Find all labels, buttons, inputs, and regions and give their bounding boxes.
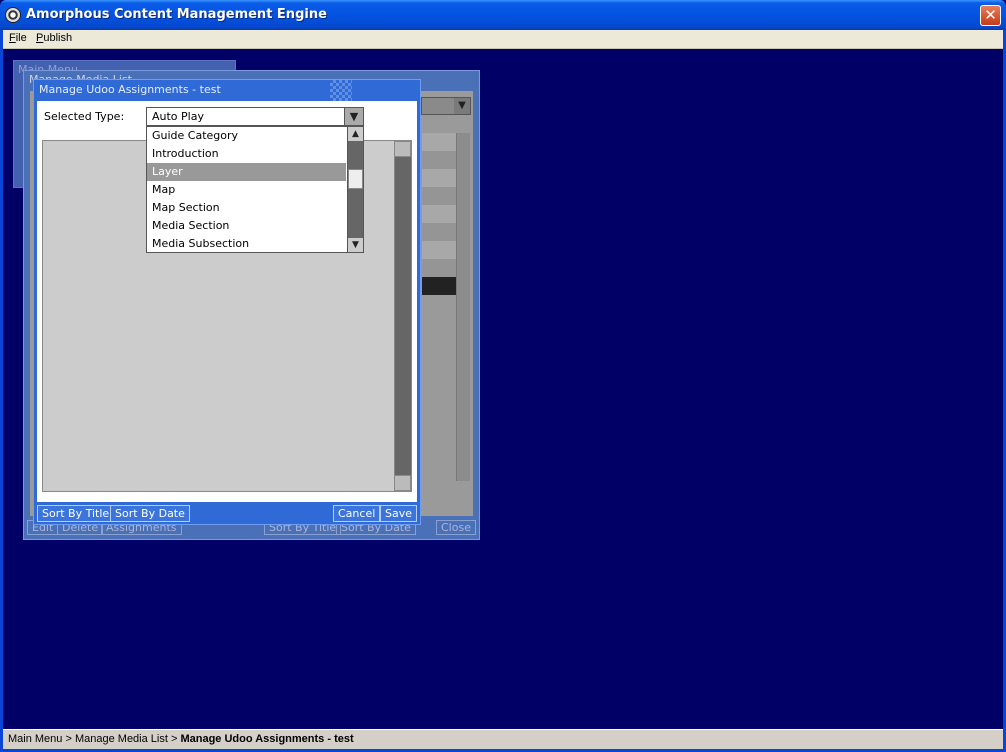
- menu-file[interactable]: File: [9, 32, 27, 44]
- assignment-scroll-up-button[interactable]: [394, 141, 411, 157]
- dropdown-option-highlighted[interactable]: Layer: [147, 163, 346, 181]
- breadcrumb-current: Manage Udoo Assignments - test: [180, 733, 354, 745]
- dialog-body: Selected Type: Auto Play ▼ Guide Categor…: [37, 101, 417, 502]
- window-frame-left: [0, 30, 3, 752]
- app-title: Amorphous Content Management Engine: [26, 7, 327, 22]
- dropdown-option[interactable]: Guide Category: [147, 127, 346, 145]
- dropdown-option[interactable]: Map Section: [147, 199, 346, 217]
- media-type-arrow-icon[interactable]: ▼: [454, 98, 470, 114]
- sort-by-date-button[interactable]: Sort By Date: [110, 505, 190, 522]
- list-item[interactable]: [422, 133, 456, 151]
- list-item[interactable]: [422, 187, 456, 205]
- udoo-assignments-dialog[interactable]: Manage Udoo Assignments - test Selected …: [33, 79, 421, 525]
- dropdown-option[interactable]: Map: [147, 181, 346, 199]
- scroll-up-icon[interactable]: ▲: [348, 127, 363, 141]
- dropdown-scrollbar[interactable]: ▲ ▼: [347, 127, 363, 252]
- list-item[interactable]: [422, 205, 456, 223]
- selected-type-select[interactable]: Auto Play: [146, 107, 364, 126]
- breadcrumb-separator: >: [167, 733, 181, 745]
- title-pattern: [330, 80, 352, 102]
- list-item[interactable]: [422, 241, 456, 259]
- menu-bar: File Publish: [3, 30, 1003, 49]
- breadcrumb-separator: >: [62, 733, 75, 745]
- scroll-down-icon[interactable]: ▼: [348, 238, 363, 252]
- dialog-title: Manage Udoo Assignments - test: [39, 83, 221, 96]
- breadcrumb: Main Menu > Manage Media List > Manage U…: [3, 729, 1003, 749]
- dropdown-scroll-thumb[interactable]: [348, 169, 363, 189]
- dropdown-option[interactable]: Media Section: [147, 217, 346, 235]
- assignment-scroll-down-button[interactable]: [394, 475, 411, 491]
- menu-publish[interactable]: Publish: [36, 32, 72, 44]
- app-gear-icon: [5, 7, 21, 23]
- list-item[interactable]: [422, 151, 456, 169]
- select-arrow-icon[interactable]: ▼: [344, 108, 363, 125]
- window-close-button[interactable]: ✕: [980, 5, 1001, 26]
- dropdown-option[interactable]: Media Subsection: [147, 235, 346, 252]
- list-item[interactable]: [422, 259, 456, 277]
- breadcrumb-main-menu: Main Menu: [8, 733, 63, 745]
- app-titlebar: Amorphous Content Management Engine ✕: [0, 0, 1006, 30]
- close-button[interactable]: Close: [436, 520, 476, 535]
- assignment-list-scrollbar[interactable]: [394, 141, 411, 491]
- save-button[interactable]: Save: [380, 505, 418, 522]
- list-item-selected[interactable]: [422, 277, 456, 295]
- cancel-button[interactable]: Cancel: [333, 505, 381, 522]
- list-item[interactable]: [422, 169, 456, 187]
- dropdown-option[interactable]: Introduction: [147, 145, 346, 163]
- list-item[interactable]: [422, 223, 456, 241]
- media-list-scrollbar[interactable]: [456, 133, 470, 481]
- breadcrumb-media-list: Manage Media List: [74, 733, 168, 745]
- type-dropdown-list[interactable]: Guide Category Introduction Layer Map Ma…: [146, 126, 364, 253]
- sort-by-title-button[interactable]: Sort By Title: [37, 505, 115, 522]
- media-list[interactable]: [422, 133, 456, 481]
- selected-type-label: Selected Type:: [44, 110, 125, 123]
- dialog-footer: Sort By Title Sort By Date Cancel Save: [34, 501, 420, 524]
